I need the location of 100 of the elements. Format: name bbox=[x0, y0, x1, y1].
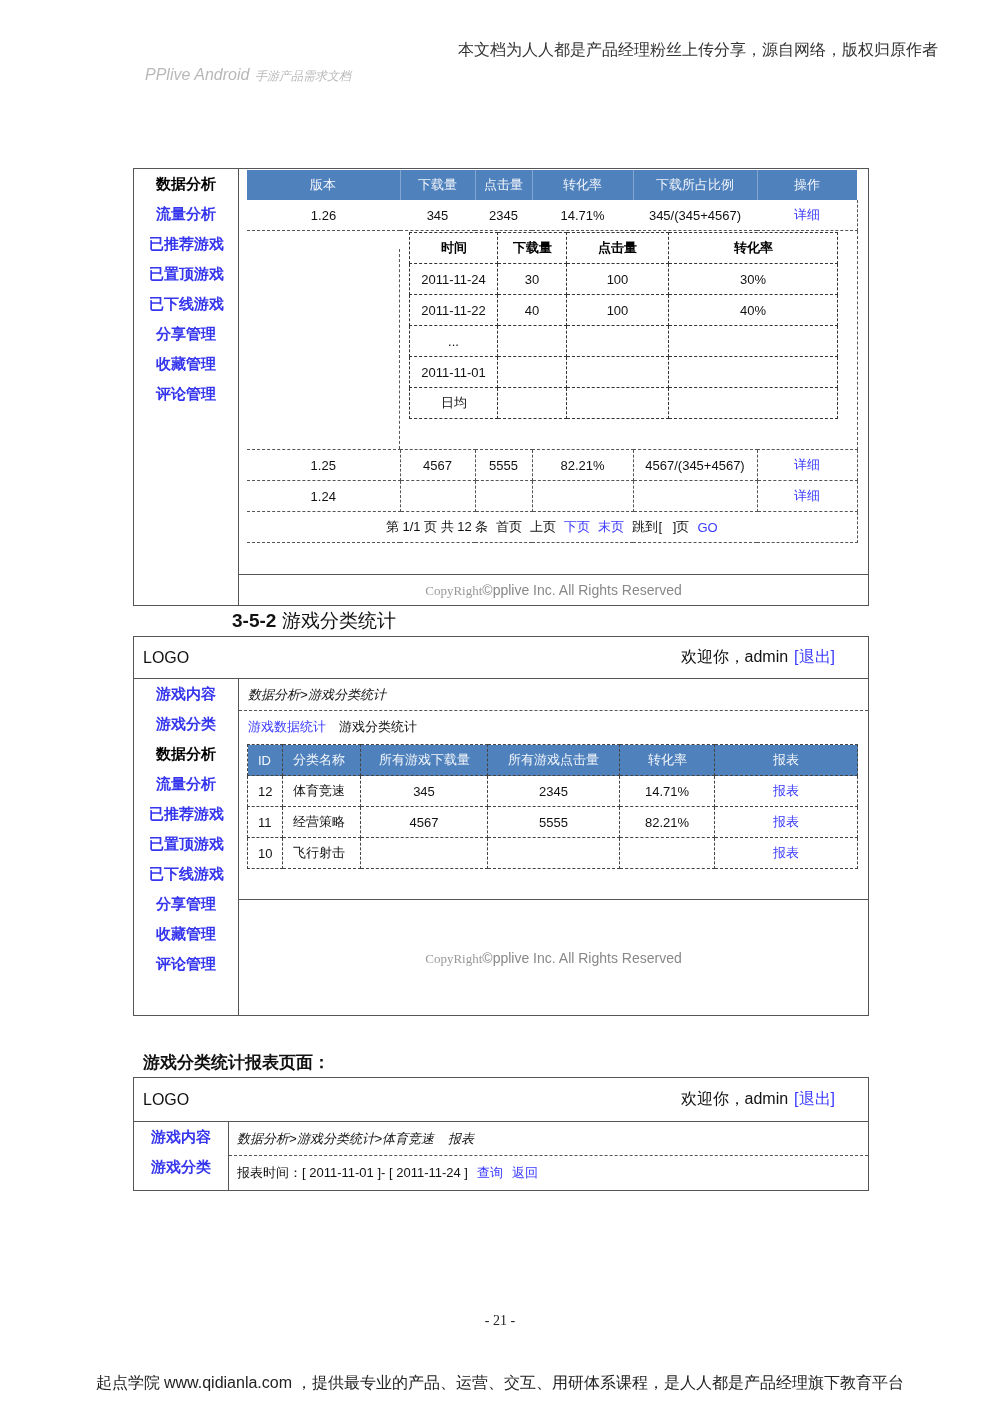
table-cell: 82.21% bbox=[619, 806, 715, 838]
table-cell: 4567 bbox=[400, 449, 475, 481]
table-cell: 40% bbox=[668, 294, 838, 326]
action-link[interactable]: 查询 bbox=[477, 1164, 503, 1182]
logout-link[interactable]: [退出] bbox=[794, 1089, 835, 1110]
pagination-link[interactable]: 下页 bbox=[564, 518, 591, 536]
welcome-text: 欢迎你，admin bbox=[680, 1089, 789, 1109]
sidebar-link[interactable]: 已推荐游戏 bbox=[148, 799, 224, 829]
column-header: ID bbox=[247, 744, 283, 776]
column-header: 分类名称 bbox=[282, 744, 361, 776]
action-link[interactable]: 返回 bbox=[512, 1164, 538, 1182]
header-notice: 本文档为人人都是产品经理粉丝上传分享，源自网络，版权归原作者 bbox=[458, 41, 938, 58]
table-cell: 飞行射击 bbox=[282, 837, 361, 869]
table-cell: 40 bbox=[497, 294, 567, 326]
table-cell: 30 bbox=[497, 263, 567, 295]
column-header: 时间 bbox=[409, 232, 498, 264]
sidebar-link[interactable]: 流量分析 bbox=[156, 769, 216, 799]
table-cell: 82.21% bbox=[532, 449, 633, 481]
detail-link[interactable]: 详细 bbox=[793, 207, 820, 222]
logo-text: LOGO bbox=[143, 1090, 190, 1109]
table-cell: 345/(345+4567) bbox=[633, 200, 757, 231]
sidebar-heading: 数据分析 bbox=[156, 174, 216, 194]
sidebar-link[interactable]: 已下线游戏 bbox=[148, 859, 224, 889]
sidebar-link[interactable]: 游戏分类 bbox=[151, 1152, 211, 1182]
copyright-text: CopyRight©pplive Inc. All Rights Reserved bbox=[425, 948, 682, 967]
breadcrumb: 数据分析>游戏分类统计 bbox=[248, 685, 386, 704]
table-cell: 4567 bbox=[360, 806, 488, 838]
table-cell: 2345 bbox=[475, 200, 532, 231]
table-cell: 5555 bbox=[487, 806, 620, 838]
table-cell: 100 bbox=[566, 263, 669, 295]
sidebar-link[interactable]: 已推荐游戏 bbox=[148, 229, 224, 259]
table-cell: 12 bbox=[247, 775, 283, 807]
sidebar-link[interactable]: 收藏管理 bbox=[156, 919, 216, 949]
column-header: 转化率 bbox=[532, 170, 633, 200]
table-cell: 2011-11-24 bbox=[409, 263, 498, 295]
pagination-link[interactable]: 末页 bbox=[598, 518, 625, 536]
table-cell: 日均 bbox=[409, 387, 498, 419]
sidebar-link[interactable]: 分享管理 bbox=[156, 319, 216, 349]
tab[interactable]: 游戏数据统计 bbox=[248, 718, 326, 736]
column-header: 下载量 bbox=[400, 170, 475, 200]
sidebar-heading: 数据分析 bbox=[156, 744, 216, 764]
column-header: 点击量 bbox=[475, 170, 532, 200]
column-header: 点击量 bbox=[566, 232, 669, 264]
column-header: 版本 bbox=[247, 170, 400, 200]
table-cell: 14.71% bbox=[532, 200, 633, 231]
column-header: 下载量 bbox=[497, 232, 567, 264]
page-title: 报表 bbox=[448, 1129, 475, 1148]
table-cell: 345 bbox=[400, 200, 475, 231]
table-cell: 2011-11-22 bbox=[409, 294, 498, 326]
tab[interactable]: 游戏分类统计 bbox=[339, 718, 417, 736]
table-cell: 10 bbox=[247, 837, 283, 869]
page-info: 第 1/1 页 共 12 条 bbox=[385, 518, 489, 536]
detail-link[interactable]: 详细 bbox=[794, 488, 820, 503]
sidebar-link[interactable]: 分享管理 bbox=[156, 889, 216, 919]
column-header: 转化率 bbox=[619, 744, 715, 776]
document-title: PPlive Android bbox=[145, 65, 250, 85]
sidebar-link[interactable]: 评论管理 bbox=[156, 949, 216, 979]
table-cell: 100 bbox=[566, 294, 669, 326]
table-cell: 1.26 bbox=[247, 200, 400, 231]
page-jump-text: 跳到[ ]页 bbox=[632, 518, 690, 536]
section-heading: 3-5-2 游戏分类统计 bbox=[232, 609, 396, 633]
go-link[interactable]: GO bbox=[697, 519, 718, 535]
sidebar-link[interactable]: 游戏分类 bbox=[156, 709, 216, 739]
column-header: 所有游戏下载量 bbox=[360, 744, 488, 776]
sidebar-link[interactable]: 流量分析 bbox=[156, 199, 216, 229]
report-link[interactable]: 报表 bbox=[773, 845, 799, 860]
sidebar-link[interactable]: 游戏内容 bbox=[151, 1122, 211, 1152]
copyright-text: CopyRight©pplive Inc. All Rights Reserved bbox=[425, 581, 682, 599]
table-cell: 2345 bbox=[487, 775, 620, 807]
table-cell: 体育竞速 bbox=[282, 775, 361, 807]
report-link[interactable]: 报表 bbox=[773, 814, 799, 829]
table-cell: 2011-11-01 bbox=[409, 356, 498, 388]
column-header: 下载所占比例 bbox=[633, 170, 757, 200]
sidebar-link[interactable]: 已置顶游戏 bbox=[148, 259, 224, 289]
detail-link[interactable]: 详细 bbox=[794, 457, 820, 472]
sidebar-link[interactable]: 评论管理 bbox=[156, 379, 216, 409]
welcome-text: 欢迎你，admin bbox=[680, 647, 789, 667]
table-cell: 1.24 bbox=[247, 480, 400, 512]
sidebar-link[interactable]: 已置顶游戏 bbox=[148, 829, 224, 859]
logout-link[interactable]: [退出] bbox=[794, 647, 835, 668]
column-header: 操作 bbox=[757, 170, 857, 200]
column-header: 报表 bbox=[714, 744, 858, 776]
report-date-range: 报表时间：[ 2011-11-01 ]- [ 2011-11-24 ] bbox=[237, 1164, 468, 1182]
table-cell: 经营策略 bbox=[282, 806, 361, 838]
breadcrumb: 数据分析>游戏分类统计>体育竞速 bbox=[237, 1129, 435, 1148]
section-heading: 游戏分类统计报表页面： bbox=[143, 1052, 330, 1074]
sidebar-link[interactable]: 已下线游戏 bbox=[148, 289, 224, 319]
column-header: 所有游戏点击量 bbox=[487, 744, 620, 776]
table-cell: 11 bbox=[247, 806, 283, 838]
table-cell: 4567/(345+4567) bbox=[633, 449, 757, 481]
table-cell: 1.25 bbox=[247, 449, 400, 481]
report-link[interactable]: 报表 bbox=[773, 783, 799, 798]
table-cell: 5555 bbox=[475, 449, 532, 481]
logo-text: LOGO bbox=[143, 648, 190, 667]
sidebar-link[interactable]: 游戏内容 bbox=[156, 679, 216, 709]
table-cell: ... bbox=[409, 325, 498, 357]
sidebar-link[interactable]: 收藏管理 bbox=[156, 349, 216, 379]
table-cell: 14.71% bbox=[619, 775, 715, 807]
table-cell: 30% bbox=[668, 263, 838, 295]
column-header: 转化率 bbox=[668, 232, 838, 264]
